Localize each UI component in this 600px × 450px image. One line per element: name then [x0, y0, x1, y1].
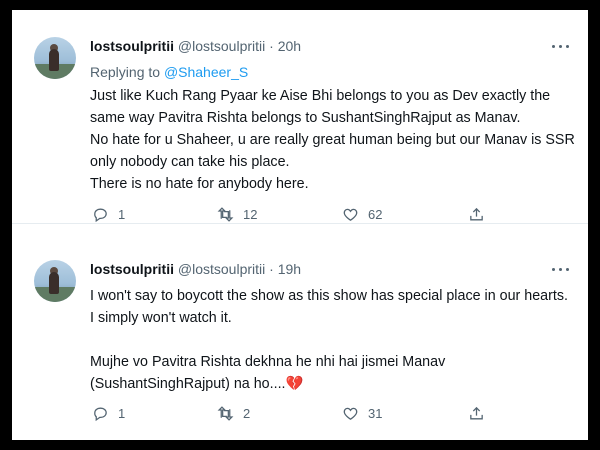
like-icon [343, 407, 358, 420]
user-handle[interactable]: @lostsoulpritii [178, 261, 265, 277]
broken-heart-emoji: 💔 [285, 376, 304, 392]
replying-label: Replying to [90, 64, 161, 80]
like-button[interactable]: 31 [342, 405, 382, 422]
tweet-line-text: (SushantSinghRajput) na ho.... [90, 376, 286, 392]
avatar[interactable] [34, 260, 76, 302]
tweet[interactable]: lostsoulpritii @lostsoulpritii · 20h Rep… [12, 10, 588, 223]
timestamp[interactable]: 19h [278, 261, 301, 277]
more-options-icon[interactable] [552, 268, 570, 274]
tweet-header: lostsoulpritii @lostsoulpritii · 20h [90, 38, 301, 54]
timestamp[interactable]: 20h [278, 38, 301, 54]
reply-icon [94, 407, 107, 422]
share-icon [470, 207, 483, 221]
tweet-line: There is no hate for anybody here. [90, 176, 309, 192]
retweet-count: 12 [243, 207, 258, 222]
retweet-icon [217, 207, 234, 222]
reply-count: 1 [118, 406, 126, 421]
display-name[interactable]: lostsoulpritii [90, 261, 174, 277]
user-handle[interactable]: @lostsoulpritii [178, 38, 265, 54]
tweet-line: Just like Kuch Rang Pyaar ke Aise Bhi be… [90, 88, 551, 104]
retweet-icon [217, 406, 234, 421]
replying-to: Replying to @Shaheer_S [90, 64, 248, 80]
replying-handle-link[interactable]: @Shaheer_S [164, 64, 248, 80]
tweet[interactable]: lostsoulpritii @lostsoulpritii · 19h I w… [12, 237, 588, 440]
like-button[interactable]: 62 [342, 206, 382, 223]
more-options-icon[interactable] [552, 45, 570, 51]
retweet-count: 2 [243, 406, 251, 421]
tweet-line: No hate for u Shaheer, u are really grea… [90, 132, 575, 148]
tweet-line: I simply won't watch it. [90, 310, 232, 326]
tweet-line: same way Pavitra Rishta belongs to Susha… [90, 110, 521, 126]
retweet-button[interactable]: 12 [217, 206, 257, 223]
like-count: 31 [368, 406, 383, 421]
tweet-line: only nobody can take his place. [90, 154, 290, 170]
tweet-actions: 1 2 31 [92, 405, 492, 425]
tweet-text: Just like Kuch Rang Pyaar ke Aise Bhi be… [90, 85, 575, 195]
tweet-divider [12, 223, 588, 224]
tweet-text: I won't say to boycott the show as this … [90, 285, 570, 395]
time-separator: · [269, 38, 274, 54]
share-icon [470, 406, 483, 420]
avatar[interactable] [34, 37, 76, 79]
reply-button[interactable]: 1 [92, 405, 125, 422]
share-button[interactable] [468, 405, 494, 422]
tweet-header: lostsoulpritii @lostsoulpritii · 19h [90, 261, 301, 277]
reply-count: 1 [118, 207, 126, 222]
like-count: 62 [368, 207, 383, 222]
tweet-line: I won't say to boycott the show as this … [90, 288, 568, 304]
tweet-line: Mujhe vo Pavitra Rishta dekhna he nhi ha… [90, 354, 446, 370]
time-separator: · [269, 261, 274, 277]
reply-button[interactable]: 1 [92, 206, 125, 223]
like-icon [343, 208, 358, 221]
share-button[interactable] [468, 206, 494, 223]
screenshot-frame: lostsoulpritii @lostsoulpritii · 20h Rep… [12, 10, 588, 440]
tweet-line: (SushantSinghRajput) na ho....💔 [90, 373, 570, 395]
display-name[interactable]: lostsoulpritii [90, 38, 174, 54]
reply-icon [94, 208, 107, 223]
retweet-button[interactable]: 2 [217, 405, 250, 422]
